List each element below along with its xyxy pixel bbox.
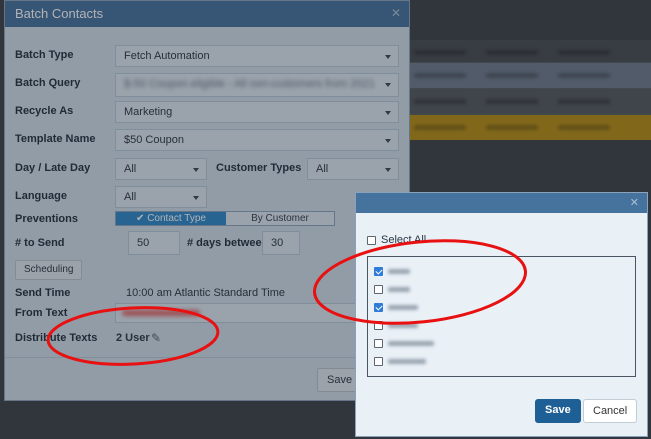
template-name-label: Template Name bbox=[15, 133, 96, 145]
batch-query-select[interactable]: $-50 Coupon eligible - All non-customers… bbox=[115, 73, 399, 97]
checkbox-icon bbox=[374, 320, 383, 330]
day-late-day-select[interactable]: All bbox=[115, 158, 207, 180]
close-icon[interactable]: ✕ bbox=[630, 196, 639, 209]
batch-type-value: Fetch Automation bbox=[124, 50, 210, 62]
list-item[interactable] bbox=[374, 301, 418, 313]
customer-types-select[interactable]: All bbox=[307, 158, 399, 180]
checkbox-icon bbox=[374, 356, 383, 366]
list-item[interactable] bbox=[374, 283, 410, 295]
preventions-toggle: ✔ Contact Type By Customer bbox=[115, 211, 335, 226]
close-icon[interactable]: ✕ bbox=[391, 6, 401, 20]
checkbox-icon bbox=[374, 302, 383, 312]
caret-down-icon bbox=[385, 55, 391, 59]
num-to-send-value: 50 bbox=[137, 237, 150, 249]
customer-types-value: All bbox=[316, 163, 329, 175]
user-list bbox=[367, 256, 636, 377]
user-name-redacted bbox=[388, 268, 410, 274]
from-text-label: From Text bbox=[15, 307, 68, 319]
template-name-select[interactable]: $50 Coupon bbox=[115, 129, 399, 151]
distribute-texts-label: Distribute Texts bbox=[15, 332, 98, 344]
language-label: Language bbox=[15, 190, 67, 202]
user-name-redacted bbox=[388, 340, 434, 346]
batch-contacts-modal: Batch Contacts ✕ Batch Type Fetch Automa… bbox=[4, 0, 410, 401]
list-item[interactable] bbox=[374, 265, 410, 277]
num-to-send-input[interactable]: 50 bbox=[128, 231, 180, 255]
days-between-value: 30 bbox=[271, 237, 284, 249]
language-value: All bbox=[124, 191, 137, 203]
caret-down-icon bbox=[193, 196, 199, 200]
modal-header: Batch Contacts ✕ bbox=[5, 1, 409, 27]
dialog-cancel-button[interactable]: Cancel bbox=[583, 399, 638, 423]
toggle-by-customer-label: By Customer bbox=[251, 213, 309, 224]
batch-query-value: $-50 Coupon eligible - All non-customers… bbox=[124, 78, 375, 90]
caret-down-icon bbox=[193, 168, 199, 172]
batch-query-label: Batch Query bbox=[15, 77, 81, 89]
pencil-icon[interactable]: ✎ bbox=[151, 331, 161, 345]
select-all-checkbox[interactable]: Select All bbox=[367, 234, 426, 246]
user-name-redacted bbox=[388, 286, 410, 292]
checkbox-icon bbox=[374, 266, 383, 276]
list-item[interactable] bbox=[374, 337, 434, 349]
background-table-header bbox=[400, 40, 651, 62]
customer-types-label: Customer Types bbox=[216, 162, 302, 174]
checkbox-icon bbox=[374, 338, 383, 348]
recycle-as-value: Marketing bbox=[124, 106, 173, 118]
toggle-by-customer[interactable]: By Customer bbox=[226, 212, 334, 225]
background-table bbox=[400, 40, 651, 140]
language-select[interactable]: All bbox=[115, 186, 207, 208]
dialog-header: ✕ bbox=[356, 193, 647, 213]
caret-down-icon bbox=[385, 83, 391, 87]
table-row bbox=[400, 114, 651, 140]
caret-down-icon bbox=[385, 111, 391, 115]
list-item[interactable] bbox=[374, 319, 418, 331]
list-item[interactable] bbox=[374, 355, 426, 367]
checkbox-icon bbox=[367, 235, 376, 245]
toggle-contact-type[interactable]: ✔ Contact Type bbox=[116, 212, 226, 225]
checkbox-icon bbox=[374, 284, 383, 294]
toggle-contact-type-label: Contact Type bbox=[147, 213, 206, 224]
send-time-label: Send Time bbox=[15, 287, 71, 299]
dialog-cancel-label: Cancel bbox=[593, 405, 628, 417]
select-all-label: Select All bbox=[381, 234, 427, 246]
check-icon: ✔ bbox=[136, 213, 148, 224]
dialog-save-button[interactable]: Save bbox=[535, 399, 581, 423]
batch-type-label: Batch Type bbox=[15, 49, 74, 61]
table-row bbox=[400, 62, 651, 88]
from-text-value-redacted bbox=[122, 310, 200, 316]
user-name-redacted bbox=[388, 304, 418, 310]
modal-title: Batch Contacts bbox=[15, 6, 104, 21]
caret-down-icon bbox=[385, 168, 391, 172]
modal-footer-divider bbox=[5, 357, 409, 358]
template-name-value: $50 Coupon bbox=[124, 134, 184, 146]
dialog-save-label: Save bbox=[545, 404, 571, 416]
send-time-value: 10:00 am Atlantic Standard Time bbox=[126, 287, 285, 299]
batch-type-select[interactable]: Fetch Automation bbox=[115, 45, 399, 67]
recycle-as-label: Recycle As bbox=[15, 105, 74, 117]
select-users-dialog: ✕ Select All Save Cancel bbox=[355, 192, 648, 437]
caret-down-icon bbox=[385, 139, 391, 143]
user-name-redacted bbox=[388, 358, 426, 364]
recycle-as-select[interactable]: Marketing bbox=[115, 101, 399, 123]
scheduling-button-label: Scheduling bbox=[24, 264, 74, 275]
preventions-label: Preventions bbox=[15, 213, 78, 225]
days-between-input[interactable]: 30 bbox=[262, 231, 300, 255]
day-late-day-label: Day / Late Day bbox=[15, 162, 91, 174]
day-late-day-value: All bbox=[124, 163, 137, 175]
modal-save-label: Save bbox=[327, 374, 353, 386]
scheduling-button[interactable]: Scheduling bbox=[15, 260, 83, 280]
num-to-send-label: # to Send bbox=[15, 237, 65, 249]
distribute-texts-value: 2 User bbox=[116, 332, 150, 344]
table-row bbox=[400, 88, 651, 114]
user-name-redacted bbox=[388, 322, 418, 328]
days-between-label: # days between bbox=[187, 237, 269, 249]
